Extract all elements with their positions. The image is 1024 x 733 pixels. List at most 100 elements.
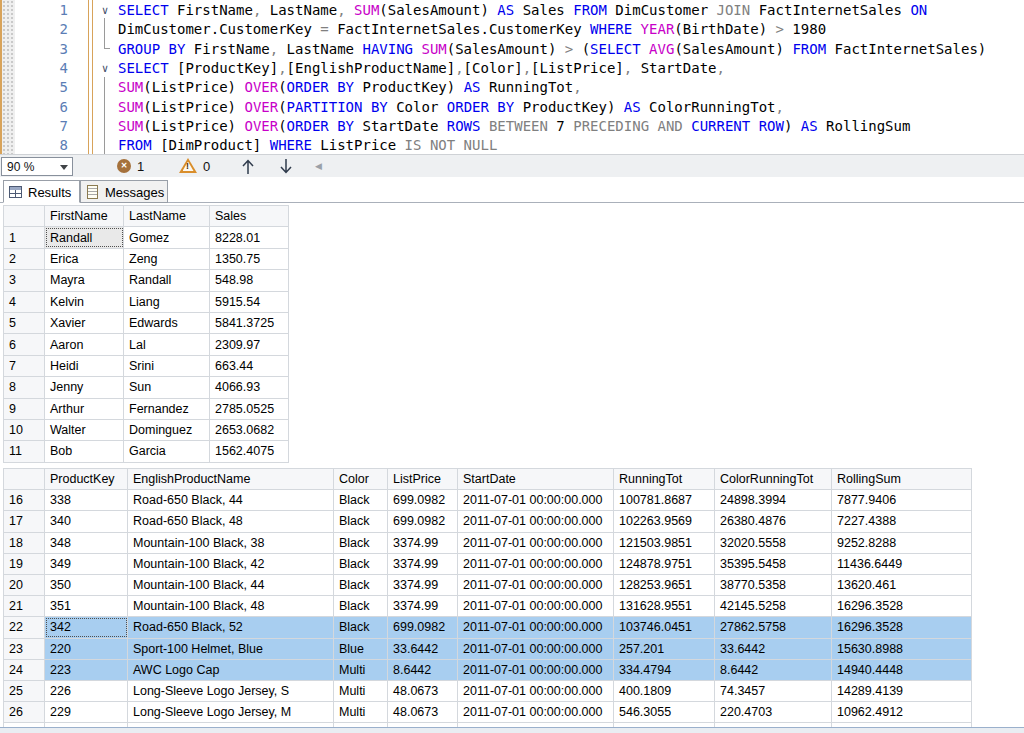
grid-cell[interactable]: Road-650 Black, 52 [128,617,334,638]
tab-messages[interactable]: Messages [80,180,168,203]
grid-cell[interactable]: 2653.0682 [210,419,289,440]
grid-cell[interactable]: 74.3457 [715,680,832,701]
row-number-cell[interactable]: 3 [4,270,45,291]
grid-cell[interactable]: 546.3055 [614,702,715,723]
row-number-cell[interactable]: 26 [4,702,45,723]
grid-cell[interactable]: 1562.4075 [210,441,289,462]
grid-column-header[interactable]: ProductKey [45,469,128,490]
row-number-cell[interactable]: 23 [4,638,45,659]
grid-cell[interactable]: Jenny [45,377,124,398]
chevron-down-icon[interactable] [60,165,68,170]
grid-cell[interactable]: 2011-07-01 00:00:00.000 [458,532,614,553]
grid-cell[interactable]: 663.44 [210,355,289,376]
row-number-cell[interactable]: 18 [4,532,45,553]
grid-cell[interactable]: 5841.3725 [210,312,289,333]
grid-cell[interactable]: 121503.9851 [614,532,715,553]
grid-cell[interactable]: 220 [45,638,128,659]
code-line[interactable]: 5SUM(ListPrice) OVER(ORDER BY ProductKey… [0,78,1024,97]
grid-cell[interactable]: 24898.3994 [715,490,832,511]
grid-cell[interactable]: 2011-07-01 00:00:00.000 [458,574,614,595]
grid-cell[interactable]: 35395.5458 [715,553,832,574]
grid-cell[interactable]: AWC Logo Cap [128,659,334,680]
row-number-cell[interactable]: 20 [4,574,45,595]
row-number-cell[interactable]: 19 [4,553,45,574]
grid-column-header[interactable]: FirstName [45,206,124,227]
grid-cell[interactable]: 14289.4139 [832,680,972,701]
row-number-cell[interactable]: 22 [4,617,45,638]
grid-column-header[interactable]: RollingSum [832,469,972,490]
row-number-cell[interactable]: 7 [4,355,45,376]
grid-cell[interactable]: Randall [45,227,124,248]
grid-cell[interactable]: 340 [45,511,128,532]
grid-column-header[interactable]: LastName [124,206,210,227]
grid-corner-cell[interactable] [4,469,45,490]
zoom-level-combo[interactable]: 90 % [1,157,73,176]
grid-cell[interactable]: Multi [334,659,388,680]
grid-column-header[interactable]: EnglishProductName [128,469,334,490]
code-line[interactable]: 2DimCustomer.CustomerKey = FactInternetS… [0,20,1024,39]
grid-cell[interactable]: 11436.6449 [832,553,972,574]
row-number-cell[interactable]: 10 [4,419,45,440]
grid-cell[interactable]: 229 [45,702,128,723]
grid-column-header[interactable]: Color [334,469,388,490]
grid-cell[interactable]: Long-Sleeve Logo Jersey, M [128,702,334,723]
grid-cell[interactable]: 3374.99 [388,574,458,595]
grid-cell[interactable]: 8.6442 [715,659,832,680]
grid-cell[interactable]: Long-Sleeve Logo Jersey, S [128,680,334,701]
grid-cell[interactable]: Black [334,532,388,553]
grid-cell[interactable]: Lal [124,334,210,355]
grid-cell[interactable]: 102263.9569 [614,511,715,532]
sql-code-editor[interactable]: 1∨SELECT FirstName, LastName, SUM(SalesA… [0,0,1024,154]
grid-cell[interactable]: 2011-07-01 00:00:00.000 [458,490,614,511]
grid-cell[interactable]: 220.4703 [715,702,832,723]
row-number-cell[interactable]: 17 [4,511,45,532]
code-line[interactable]: 7SUM(ListPrice) OVER(ORDER BY StartDate … [0,117,1024,136]
grid-cell[interactable]: 8.6442 [388,659,458,680]
grid-cell[interactable]: 26380.4876 [715,511,832,532]
grid-cell[interactable]: 350 [45,574,128,595]
grid-cell[interactable]: 699.0982 [388,490,458,511]
grid-cell[interactable]: Erica [45,248,124,269]
grid-cell[interactable]: 226 [45,680,128,701]
row-number-cell[interactable]: 8 [4,377,45,398]
grid-cell[interactable]: Mountain-100 Black, 42 [128,553,334,574]
grid-cell[interactable]: Garcia [124,441,210,462]
grid-cell[interactable]: 124878.9751 [614,553,715,574]
grid-cell[interactable]: 349 [45,553,128,574]
grid-column-header[interactable]: RunningTot [614,469,715,490]
grid-cell[interactable]: Randall [124,270,210,291]
grid-cell[interactable]: 2011-07-01 00:00:00.000 [458,596,614,617]
grid-cell[interactable]: Heidi [45,355,124,376]
grid-cell[interactable]: Xavier [45,312,124,333]
grid-column-header[interactable]: ListPrice [388,469,458,490]
grid-cell[interactable]: 2011-07-01 00:00:00.000 [458,702,614,723]
grid-cell[interactable]: Road-650 Black, 48 [128,511,334,532]
code-line[interactable]: 1∨SELECT FirstName, LastName, SUM(SalesA… [0,1,1024,20]
grid-cell[interactable]: 338 [45,490,128,511]
row-number-cell[interactable]: 1 [4,227,45,248]
grid-cell[interactable]: 16296.3528 [832,617,972,638]
grid-cell[interactable]: Zeng [124,248,210,269]
grid-cell[interactable]: 548.98 [210,270,289,291]
grid-cell[interactable]: Walter [45,419,124,440]
grid-cell[interactable]: 100781.8687 [614,490,715,511]
grid-cell[interactable]: 3374.99 [388,553,458,574]
grid-cell[interactable]: 9252.8288 [832,532,972,553]
grid-cell[interactable]: 348 [45,532,128,553]
grid-cell[interactable]: 15630.8988 [832,638,972,659]
grid-cell[interactable]: Black [334,574,388,595]
grid-cell[interactable]: Multi [334,680,388,701]
grid-cell[interactable]: 2011-07-01 00:00:00.000 [458,511,614,532]
grid-cell[interactable]: Gomez [124,227,210,248]
row-number-cell[interactable]: 11 [4,441,45,462]
grid-cell[interactable]: Black [334,553,388,574]
row-number-cell[interactable]: 25 [4,680,45,701]
grid-cell[interactable]: 257.201 [614,638,715,659]
grid-cell[interactable]: 48.0673 [388,680,458,701]
row-number-cell[interactable]: 2 [4,248,45,269]
results-grid-products[interactable]: ProductKeyEnglishProductNameColorListPri… [3,468,972,728]
grid-cell[interactable]: Bob [45,441,124,462]
grid-column-header[interactable]: StartDate [458,469,614,490]
code-line[interactable]: 8FROM [DimProduct] WHERE ListPrice IS NO… [0,136,1024,155]
grid-cell[interactable]: 103746.0451 [614,617,715,638]
